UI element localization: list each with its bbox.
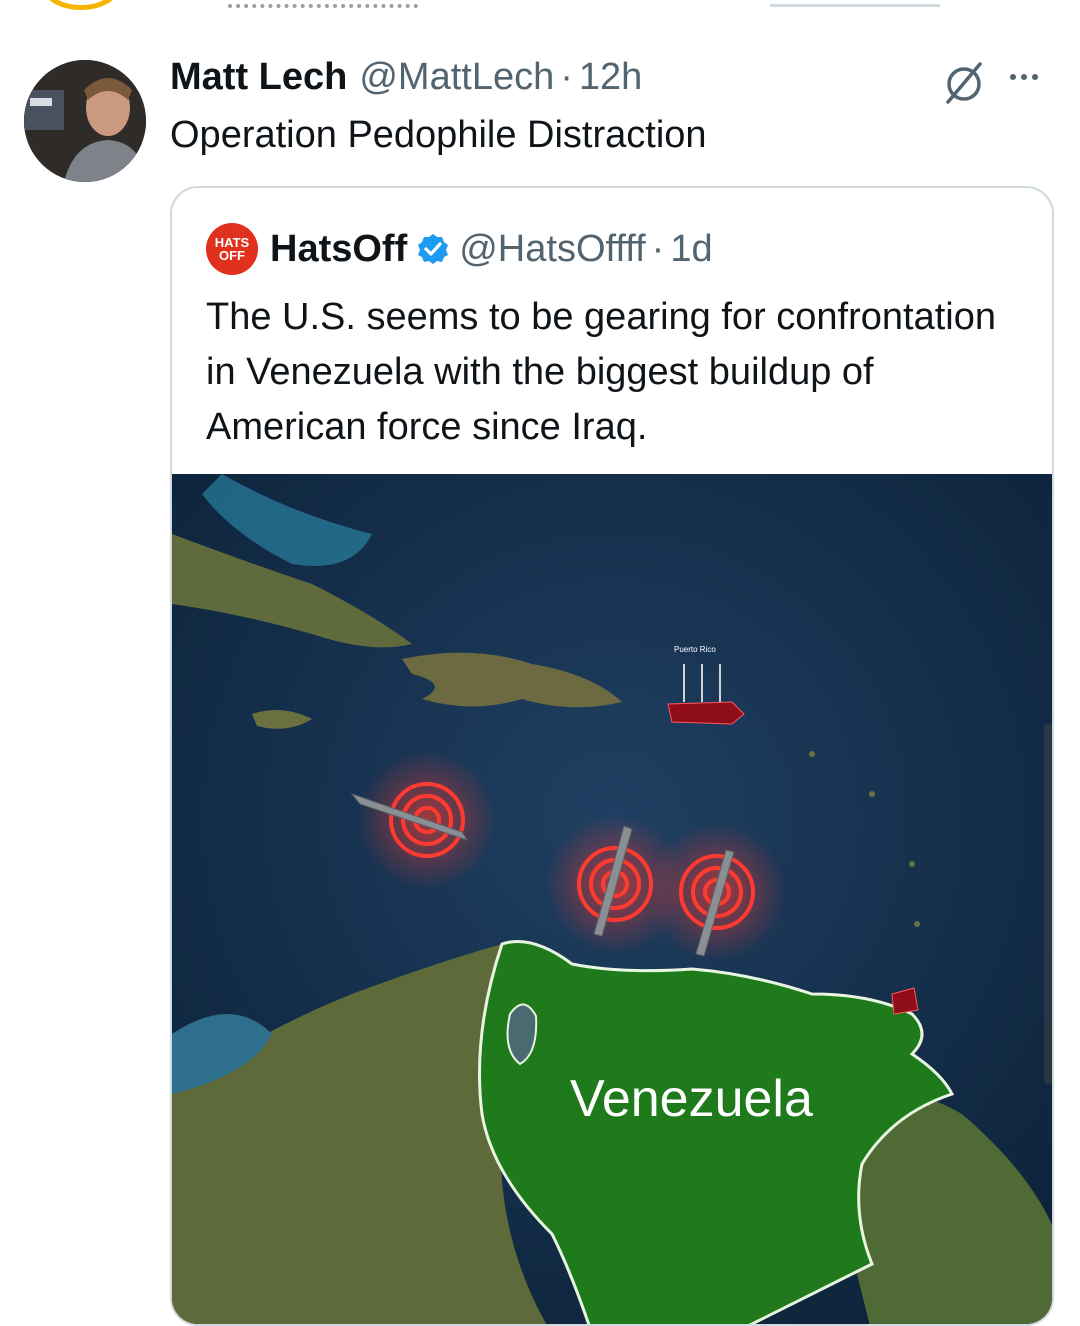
emoji-icon <box>40 0 122 10</box>
quoted-avatar[interactable]: HATS OFF <box>206 223 258 275</box>
map-label-puerto-rico: Puerto Rico <box>674 645 716 654</box>
quoted-header: HATS OFF HatsOff @HatsOffff · 1d <box>206 223 713 275</box>
quoted-text: The U.S. seems to be gearing for confron… <box>206 296 996 448</box>
author-handle[interactable]: @MattLech <box>359 56 554 99</box>
logo-text-bottom: OFF <box>219 248 245 263</box>
more-icon[interactable] <box>1010 62 1054 92</box>
quoted-author-handle[interactable]: @HatsOffff <box>459 228 645 271</box>
grok-icon[interactable] <box>940 58 988 106</box>
quoted-media-image[interactable]: Puerto Rico Venezuela <box>172 474 1052 1324</box>
author-name[interactable]: Matt Lech <box>170 56 347 99</box>
previous-tweet-fragment <box>0 0 1080 14</box>
quoted-author-name[interactable]: HatsOff <box>270 228 407 271</box>
quoted-separator: · <box>651 227 665 270</box>
previous-tweet-text <box>228 0 418 8</box>
quoted-timestamp[interactable]: 1d <box>670 228 712 271</box>
verified-badge-icon <box>418 234 449 264</box>
timestamp[interactable]: 12h <box>579 56 642 99</box>
separator: · <box>560 56 573 98</box>
map-label-venezuela: Venezuela <box>570 1070 813 1128</box>
avatar[interactable] <box>24 60 146 182</box>
quoted-tweet[interactable]: HATS OFF HatsOff @HatsOffff · 1d The U.S… <box>170 186 1054 1326</box>
tweet-text: Operation Pedophile Distraction <box>170 114 707 156</box>
tweet-header: Matt Lech @MattLech · 12h <box>170 56 642 100</box>
previous-tweet-button[interactable] <box>770 0 940 7</box>
